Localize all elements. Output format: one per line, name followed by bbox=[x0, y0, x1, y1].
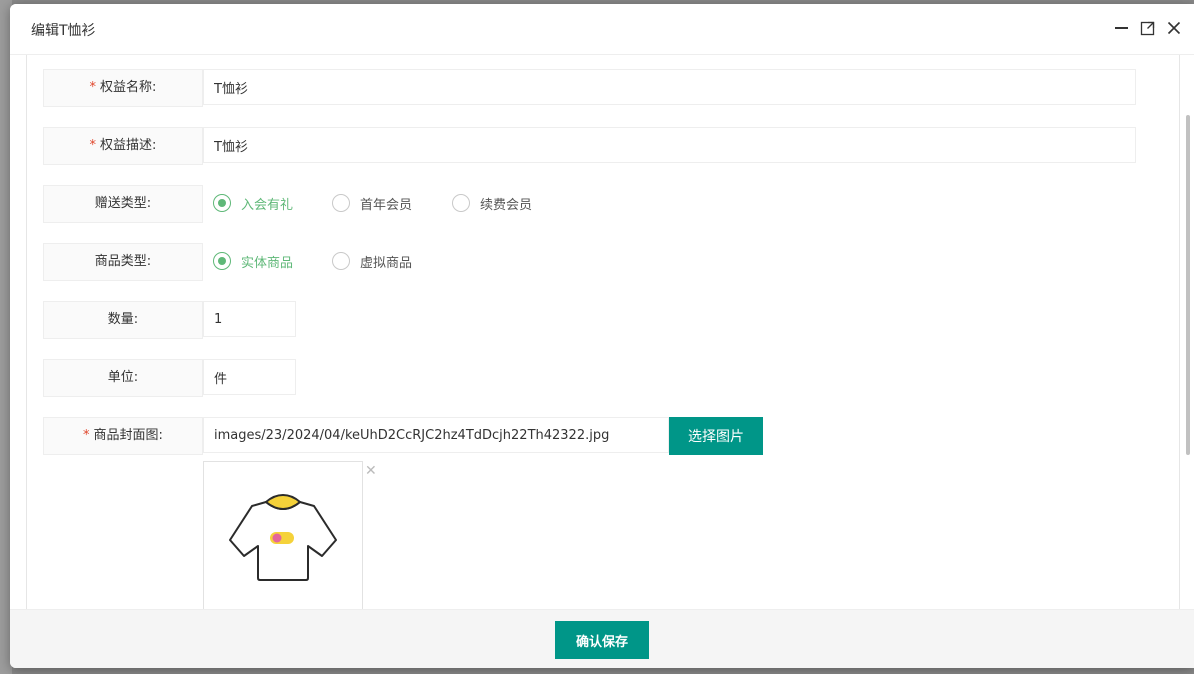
quantity-label: 数量: bbox=[43, 301, 203, 339]
confirm-save-button[interactable]: 确认保存 bbox=[555, 621, 649, 659]
name-label: * 权益名称: bbox=[43, 69, 203, 107]
dialog-title: 编辑T恤衫 bbox=[31, 23, 96, 39]
unit-label: 单位: bbox=[43, 359, 203, 397]
close-icon[interactable] bbox=[1166, 20, 1182, 36]
quantity-row: 数量: bbox=[43, 301, 343, 339]
description-label: * 权益描述: bbox=[43, 127, 203, 165]
name-input[interactable] bbox=[203, 69, 1136, 105]
gift-type-radio-join[interactable]: 入会有礼 bbox=[213, 185, 293, 221]
radio-checked-icon bbox=[213, 252, 231, 270]
radio-label: 续费会员 bbox=[480, 197, 533, 213]
cover-label-text: 商品封面图: bbox=[93, 428, 163, 443]
select-image-button[interactable]: 选择图片 bbox=[669, 417, 763, 455]
radio-unchecked-icon bbox=[332, 194, 350, 212]
cover-row: *商品封面图: 选择图片 bbox=[43, 417, 783, 455]
description-row: * 权益描述: bbox=[43, 127, 1143, 165]
remove-image-icon[interactable]: ✕ bbox=[365, 463, 377, 479]
maximize-icon[interactable] bbox=[1140, 20, 1156, 36]
product-type-row: 商品类型: 实体商品 虚拟商品 bbox=[43, 243, 1143, 281]
description-label-text: 权益描述: bbox=[100, 138, 157, 153]
unit-row: 单位: bbox=[43, 359, 343, 397]
name-row: * 权益名称: bbox=[43, 69, 1143, 107]
edit-dialog: 编辑T恤衫 *权益名称: *权益描述: bbox=[10, 4, 1194, 668]
quantity-input[interactable] bbox=[203, 301, 296, 337]
description-input[interactable] bbox=[203, 127, 1136, 163]
dialog-titlebar: 编辑T恤衫 bbox=[10, 4, 1194, 55]
required-mark: * bbox=[83, 428, 90, 443]
cover-preview[interactable] bbox=[203, 461, 363, 609]
minimize-icon[interactable] bbox=[1114, 20, 1130, 36]
name-label-text: 权益名称: bbox=[100, 80, 157, 95]
cover-label: * 商品封面图: bbox=[43, 417, 203, 455]
dialog-footer: 确认保存 bbox=[10, 609, 1194, 668]
product-type-label: 商品类型: bbox=[43, 243, 203, 281]
gift-type-row: 赠送类型: 入会有礼 首年会员 续费会员 bbox=[43, 185, 1143, 223]
scrollbar[interactable] bbox=[1182, 55, 1194, 609]
form-body: *权益名称: *权益描述: 赠送类型: 入会有礼 首年会员 续费会 bbox=[26, 55, 1180, 609]
gift-type-label: 赠送类型: bbox=[43, 185, 203, 223]
required-mark: * bbox=[89, 80, 97, 95]
gift-type-radio-renewal[interactable]: 续费会员 bbox=[452, 185, 532, 221]
scrollbar-thumb[interactable] bbox=[1186, 115, 1190, 455]
radio-label: 虚拟商品 bbox=[360, 255, 413, 271]
required-mark: * bbox=[89, 138, 97, 153]
radio-unchecked-icon bbox=[332, 252, 350, 270]
gift-type-radio-first-year[interactable]: 首年会员 bbox=[332, 185, 412, 221]
radio-label: 首年会员 bbox=[360, 197, 413, 213]
product-type-radio-virtual[interactable]: 虚拟商品 bbox=[332, 243, 412, 279]
radio-label: 入会有礼 bbox=[241, 197, 294, 213]
radio-unchecked-icon bbox=[452, 194, 470, 212]
product-type-radio-physical[interactable]: 实体商品 bbox=[213, 243, 293, 279]
radio-checked-icon bbox=[213, 194, 231, 212]
cover-path-input[interactable] bbox=[203, 417, 669, 453]
tshirt-icon bbox=[229, 493, 337, 581]
radio-label: 实体商品 bbox=[241, 255, 294, 271]
unit-input[interactable] bbox=[203, 359, 296, 395]
